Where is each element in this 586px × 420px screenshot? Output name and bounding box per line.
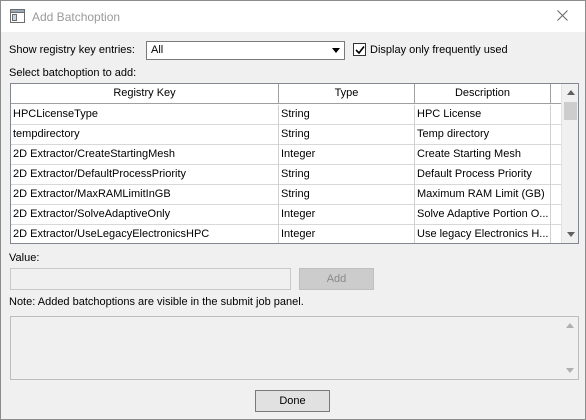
done-button[interactable]: Done xyxy=(255,390,330,412)
description-cell: HPC License xyxy=(415,105,551,125)
registry-key-cell: 2D Extractor/CreateStartingMesh xyxy=(11,145,279,165)
scroll-down-arrow-icon[interactable] xyxy=(561,362,578,379)
batchoption-grid: Registry Key Type Description HPCLicense… xyxy=(10,83,579,244)
table-row[interactable]: HPCLicenseType String HPC License xyxy=(11,105,562,125)
description-cell: Maximum RAM Limit (GB) xyxy=(415,185,551,205)
type-cell: String xyxy=(279,125,415,145)
table-row[interactable]: 2D Extractor/DefaultProcessPriority Stri… xyxy=(11,165,562,185)
frequently-used-label[interactable]: Display only frequently used xyxy=(370,44,508,56)
registry-key-cell: 2D Extractor/MaxRAMLimitInGB xyxy=(11,185,279,205)
add-button[interactable]: Add xyxy=(299,268,374,290)
registry-key-cell: 2D Extractor/DefaultProcessPriority xyxy=(11,165,279,185)
description-cell: Solve Adaptive Portion O... xyxy=(415,205,551,225)
registry-key-cell: 2D Extractor/UseLegacyElectronicsHPC xyxy=(11,225,279,243)
scroll-thumb[interactable] xyxy=(564,102,577,120)
scroll-up-arrow-icon[interactable] xyxy=(562,84,578,101)
window-app-icon xyxy=(10,9,25,23)
type-cell: String xyxy=(279,105,415,125)
column-header-description[interactable]: Description xyxy=(415,84,551,104)
registry-filter-label: Show registry key entries: xyxy=(9,44,135,56)
registry-key-cell: 2D Extractor/SolveAdaptiveOnly xyxy=(11,205,279,225)
note-text: Note: Added batchoptions are visible in … xyxy=(9,296,304,308)
value-label: Value: xyxy=(9,252,40,264)
description-cell: Use legacy Electronics H... xyxy=(415,225,551,243)
type-cell: Integer xyxy=(279,225,415,243)
table-row[interactable]: 2D Extractor/UseLegacyElectronicsHPC Int… xyxy=(11,225,562,243)
grid-header: Registry Key Type Description xyxy=(11,84,562,104)
type-cell: String xyxy=(279,185,415,205)
table-row[interactable]: 2D Extractor/MaxRAMLimitInGB String Maxi… xyxy=(11,185,562,205)
chevron-down-icon[interactable] xyxy=(328,42,344,59)
description-cell: Default Process Priority xyxy=(415,165,551,185)
title-bar: Add Batchoption xyxy=(1,1,585,32)
add-batchoption-dialog: Add Batchoption Show registry key entrie… xyxy=(0,0,586,420)
scroll-up-arrow-icon[interactable] xyxy=(561,317,578,334)
scroll-down-arrow-icon[interactable] xyxy=(562,226,578,243)
grid-rows: HPCLicenseType String HPC License tempdi… xyxy=(11,105,562,243)
type-cell: Integer xyxy=(279,145,415,165)
registry-key-cell: tempdirectory xyxy=(11,125,279,145)
notes-textarea[interactable] xyxy=(10,316,579,380)
notes-vertical-scrollbar[interactable] xyxy=(561,317,578,379)
close-icon xyxy=(556,9,568,24)
column-header-registry-key[interactable]: Registry Key xyxy=(11,84,279,104)
description-cell: Temp directory xyxy=(415,125,551,145)
type-cell: Integer xyxy=(279,205,415,225)
grid-vertical-scrollbar[interactable] xyxy=(561,84,578,243)
description-cell: Create Starting Mesh xyxy=(415,145,551,165)
registry-filter-value: All xyxy=(151,44,164,56)
type-cell: String xyxy=(279,165,415,185)
column-header-type[interactable]: Type xyxy=(279,84,415,104)
table-row[interactable]: 2D Extractor/CreateStartingMesh Integer … xyxy=(11,145,562,165)
registry-key-cell: HPCLicenseType xyxy=(11,105,279,125)
value-input[interactable] xyxy=(10,268,291,290)
registry-filter-select[interactable]: All xyxy=(146,41,345,60)
close-button[interactable] xyxy=(539,1,585,32)
table-row[interactable]: tempdirectory String Temp directory xyxy=(11,125,562,145)
window-title: Add Batchoption xyxy=(32,10,121,24)
frequently-used-checkbox[interactable] xyxy=(353,43,366,56)
table-row[interactable]: 2D Extractor/SolveAdaptiveOnly Integer S… xyxy=(11,205,562,225)
grid-label: Select batchoption to add: xyxy=(9,67,137,79)
